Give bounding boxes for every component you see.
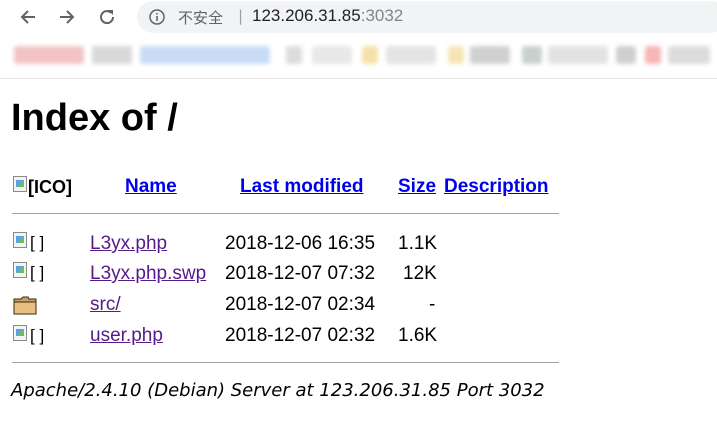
header-icon-alt: [ICO] xyxy=(28,177,72,197)
reload-button[interactable] xyxy=(95,5,119,29)
bookmark-item[interactable] xyxy=(645,46,661,64)
security-status[interactable]: 不安全 xyxy=(178,7,223,28)
bookmark-item[interactable] xyxy=(448,46,464,64)
bookmark-item[interactable] xyxy=(362,46,378,64)
last-modified: 2018-12-07 02:34 xyxy=(225,294,376,315)
file-size: 1.6K xyxy=(398,325,438,346)
bookmark-item[interactable] xyxy=(668,46,710,64)
broken-image-icon xyxy=(13,325,27,341)
last-modified: 2018-12-07 07:32 xyxy=(225,263,376,284)
forward-button[interactable] xyxy=(55,5,79,29)
page-title: Index of / xyxy=(11,97,178,139)
bookmark-item[interactable] xyxy=(14,46,84,64)
bookmark-item[interactable] xyxy=(616,46,636,64)
bookmark-item[interactable] xyxy=(286,46,302,64)
url-separator: | xyxy=(238,7,244,25)
browser-toolbar: 不安全 | 123.206.31.85:3032 xyxy=(0,0,717,35)
directory-link[interactable]: src/ xyxy=(90,293,121,317)
url-host: 123.206.31.85 xyxy=(252,6,361,25)
listing-top-rule xyxy=(12,213,559,214)
arrow-right-icon xyxy=(60,10,75,24)
bookmarks-bar xyxy=(0,36,717,78)
reload-icon xyxy=(100,10,115,25)
chrome-divider xyxy=(0,78,717,79)
bookmark-item[interactable] xyxy=(522,46,542,64)
file-size: 1.1K xyxy=(398,233,438,254)
arrow-left-icon xyxy=(20,10,35,24)
bookmark-item[interactable] xyxy=(312,46,352,64)
bookmark-item[interactable] xyxy=(140,46,270,64)
broken-image-icon xyxy=(13,262,27,278)
last-modified: 2018-12-06 16:35 xyxy=(225,233,376,254)
broken-image-icon xyxy=(13,232,27,248)
bookmark-item[interactable] xyxy=(92,46,132,64)
file-size: 12K xyxy=(403,263,437,284)
file-link[interactable]: user.php xyxy=(90,324,163,348)
address-bar[interactable]: 不安全 | 123.206.31.85:3032 xyxy=(137,1,717,33)
sort-by-size-link[interactable]: Size xyxy=(398,175,436,199)
info-icon[interactable] xyxy=(149,9,165,25)
icon-alt-text: [ ] xyxy=(30,233,45,252)
server-signature: Apache/2.4.10 (Debian) Server at 123.206… xyxy=(11,380,545,401)
icon-alt-text: [ ] xyxy=(30,326,45,345)
sort-by-last-modified-link[interactable]: Last modified xyxy=(240,175,364,199)
file-size: - xyxy=(429,294,436,315)
sort-by-name-link[interactable]: Name xyxy=(125,175,177,199)
bookmark-item[interactable] xyxy=(548,46,608,64)
back-button[interactable] xyxy=(16,5,40,29)
sort-by-description-link[interactable]: Description xyxy=(444,175,549,199)
url-text[interactable]: 123.206.31.85:3032 xyxy=(252,6,403,26)
bookmark-item[interactable] xyxy=(386,46,436,64)
url-port: :3032 xyxy=(360,6,404,25)
folder-icon xyxy=(13,296,37,315)
icon-alt-text: [ ] xyxy=(30,263,45,282)
broken-image-icon xyxy=(13,176,27,192)
file-link[interactable]: L3yx.php.swp xyxy=(90,262,206,286)
file-link[interactable]: L3yx.php xyxy=(90,232,167,256)
bookmark-item[interactable] xyxy=(470,46,510,64)
listing-bottom-rule xyxy=(12,362,559,363)
last-modified: 2018-12-07 02:32 xyxy=(225,325,376,346)
